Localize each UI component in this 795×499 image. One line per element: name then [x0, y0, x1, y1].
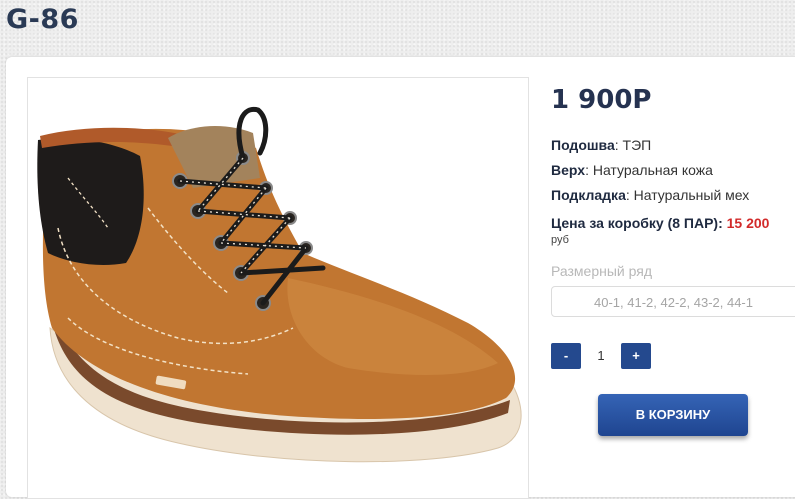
size-range-select[interactable]: 40-1, 41-2, 42-2, 43-2, 44-1 [551, 286, 795, 317]
quantity-input[interactable]: 1 [583, 343, 619, 369]
product-title: G-86 [6, 4, 79, 35]
spec-value: Натуральный мех [633, 187, 750, 203]
spec-value: ТЭП [622, 137, 652, 153]
spec-upper: Верх: Натуральная кожа [551, 162, 713, 178]
spec-label: Верх [551, 162, 586, 178]
quantity-decrease-button[interactable]: - [551, 343, 581, 369]
boot-illustration [37, 106, 522, 463]
spec-label: Подошва [551, 137, 615, 153]
product-price: 1 900Р [551, 85, 652, 115]
box-price-currency: руб [551, 234, 569, 246]
spec-label: Подкладка [551, 187, 626, 203]
size-range-label: Размерный ряд [551, 263, 653, 279]
add-to-cart-button[interactable]: В КОРЗИНУ [598, 394, 748, 436]
spec-lining: Подкладка: Натуральный мех [551, 187, 750, 203]
product-card: 1 900Р Подошва: ТЭП Верх: Натуральная ко… [6, 57, 795, 499]
box-price: Цена за коробку (8 ПАР): 15 200 [551, 215, 769, 231]
box-price-label: Цена за коробку (8 ПАР): [551, 215, 723, 231]
box-price-value: 15 200 [726, 215, 770, 231]
product-image[interactable] [27, 77, 529, 499]
spec-sole: Подошва: ТЭП [551, 137, 652, 153]
quantity-increase-button[interactable]: + [621, 343, 651, 369]
spec-value: Натуральная кожа [592, 162, 713, 178]
